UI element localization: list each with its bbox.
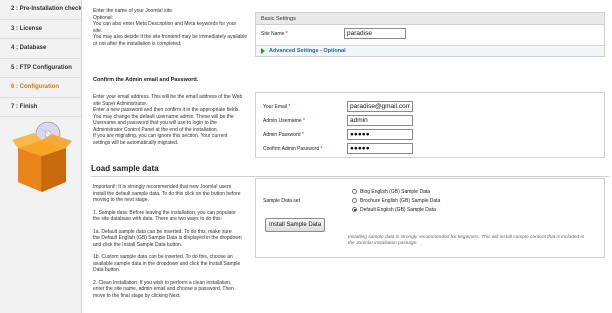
sample-data-panel: Sample Data set Blog English (GB) Sample… <box>255 178 605 258</box>
email-label-text: Your Email <box>263 104 287 110</box>
basic-settings-title: Basic Settings <box>256 13 604 25</box>
password-label: Admin Password * <box>263 132 304 138</box>
install-sample-data-button[interactable]: Install Sample Data <box>265 218 326 232</box>
desc-line: Important!: It is strongly recommended t… <box>93 184 232 190</box>
password-label-text: Admin Password <box>263 132 301 138</box>
username-label-text: Admin Username <box>263 118 302 124</box>
radio-button[interactable] <box>352 189 357 195</box>
option-label: Brochure English (GB) Sample Data <box>360 198 441 204</box>
desc-line: 1b. Custom sample data can be inserted. … <box>93 254 233 260</box>
required-mark: * <box>301 132 304 138</box>
confirm-password-label-text: Confirm Admin Password <box>263 146 320 152</box>
sample-data-description: Important!: It is strongly recommended t… <box>93 184 253 299</box>
expand-triangle-icon <box>261 47 265 54</box>
site-name-label: Site Name * <box>261 31 288 37</box>
advanced-settings-label: Advanced Settings - Optional <box>269 48 346 54</box>
sample-data-note: Installing sample data is strongly recom… <box>348 235 603 247</box>
step-ftp-configuration[interactable]: 5 : FTP Configuration <box>0 59 81 78</box>
username-label: Admin Username * <box>263 118 305 124</box>
admin-username-input[interactable] <box>347 115 413 126</box>
desc-line: move to the final stage by clicking Next… <box>93 292 181 299</box>
radio-button[interactable] <box>352 198 357 204</box>
step-pre-installation-check[interactable]: 2 : Pre-Installation check <box>0 0 81 20</box>
admin-section-title: Confirm the Admin email and Password. <box>93 77 199 83</box>
desc-line: Enter a new password and then confirm it… <box>93 107 240 113</box>
sample-option-blog[interactable]: Blog English (GB) Sample Data <box>352 189 430 195</box>
option-label: Blog English (GB) Sample Data <box>360 189 431 195</box>
advanced-settings-toggle[interactable]: Advanced Settings - Optional <box>256 45 604 56</box>
confirm-password-label: Confirm Admin Password * <box>263 146 322 152</box>
desc-line: enter the site name, admin email and cho… <box>93 286 234 292</box>
site-name-input[interactable] <box>344 28 406 39</box>
required-mark: * <box>285 31 288 37</box>
note-line: the Joomla! installation package. <box>348 241 418 246</box>
basic-settings-panel: Basic Settings Site Name * Advanced Sett… <box>255 12 605 57</box>
desc-line: You may also decide if the site frontend… <box>93 34 248 40</box>
desc-line: Enter your email address. This will be t… <box>93 94 243 100</box>
installation-steps-sidebar: 2 : Pre-Installation check 3 : License 4… <box>0 0 82 313</box>
joomla-install-box-icon <box>12 120 72 198</box>
radio-button-selected[interactable] <box>352 207 357 213</box>
desc-line: You can also enter Meta Description and … <box>93 21 237 27</box>
section-divider <box>91 176 609 177</box>
sample-data-set-label: Sample Data set <box>263 198 300 204</box>
configuration-main: Enter the name of your Joomla! site. Opt… <box>88 0 612 313</box>
option-label: Default English (GB) Sample Data <box>360 207 436 213</box>
sample-option-default[interactable]: Default English (GB) Sample Data <box>352 207 436 213</box>
admin-settings-panel: Your Email * Admin Username * Admin Pass… <box>255 92 605 158</box>
email-input[interactable] <box>347 101 413 112</box>
step-database[interactable]: 4 : Database <box>0 39 81 59</box>
admin-password-input[interactable] <box>347 129 413 140</box>
step-configuration[interactable]: 6 : Configuration <box>0 78 81 98</box>
desc-line: settings will be automatically migrated. <box>93 139 179 146</box>
required-mark: * <box>303 118 305 124</box>
step-finish[interactable]: 7 : Finish <box>0 98 81 117</box>
desc-line: the Default English (GB) Sample Data is … <box>93 235 242 241</box>
required-mark: * <box>288 104 291 110</box>
confirm-password-input[interactable] <box>347 143 413 154</box>
step-license[interactable]: 3 : License <box>0 20 81 39</box>
site-name-description: Enter the name of your Joomla! site. Opt… <box>93 8 253 47</box>
site-name-label-text: Site Name <box>261 31 285 37</box>
sample-data-title: Load sample data <box>91 164 159 173</box>
desc-line: or not after the installation is complet… <box>93 40 182 47</box>
admin-description: Enter your email address. This will be t… <box>93 94 253 146</box>
sample-option-brochure[interactable]: Brochure English (GB) Sample Data <box>352 198 440 204</box>
email-label: Your Email * <box>263 104 290 110</box>
required-mark: * <box>320 146 323 152</box>
